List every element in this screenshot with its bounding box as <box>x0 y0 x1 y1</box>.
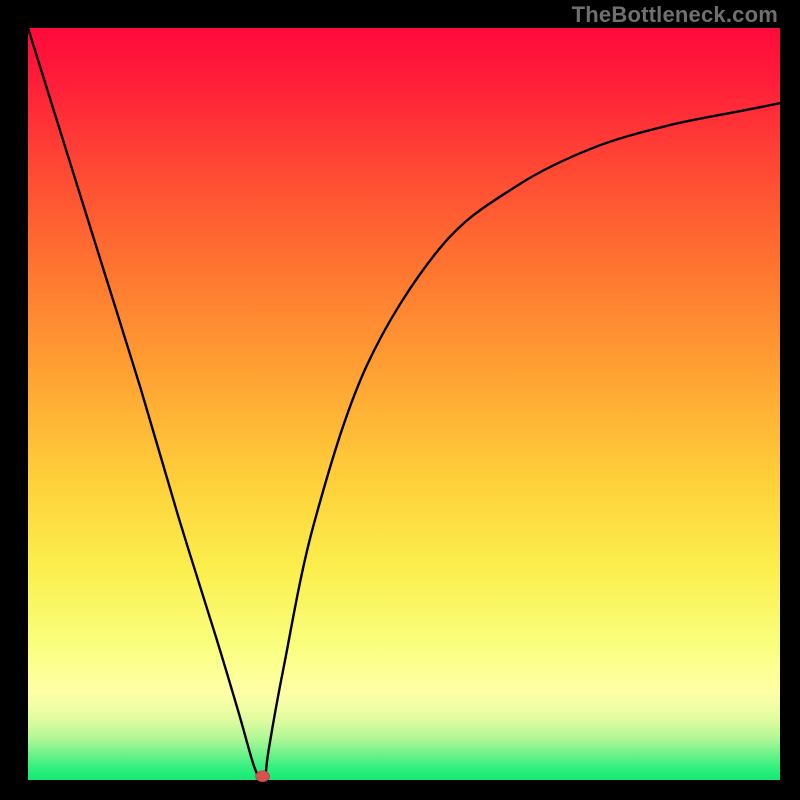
watermark-text: TheBottleneck.com <box>572 2 778 28</box>
chart-container: TheBottleneck.com <box>0 0 800 800</box>
plot-area <box>28 28 780 780</box>
chart-svg <box>0 0 800 800</box>
minimum-marker <box>256 771 270 782</box>
